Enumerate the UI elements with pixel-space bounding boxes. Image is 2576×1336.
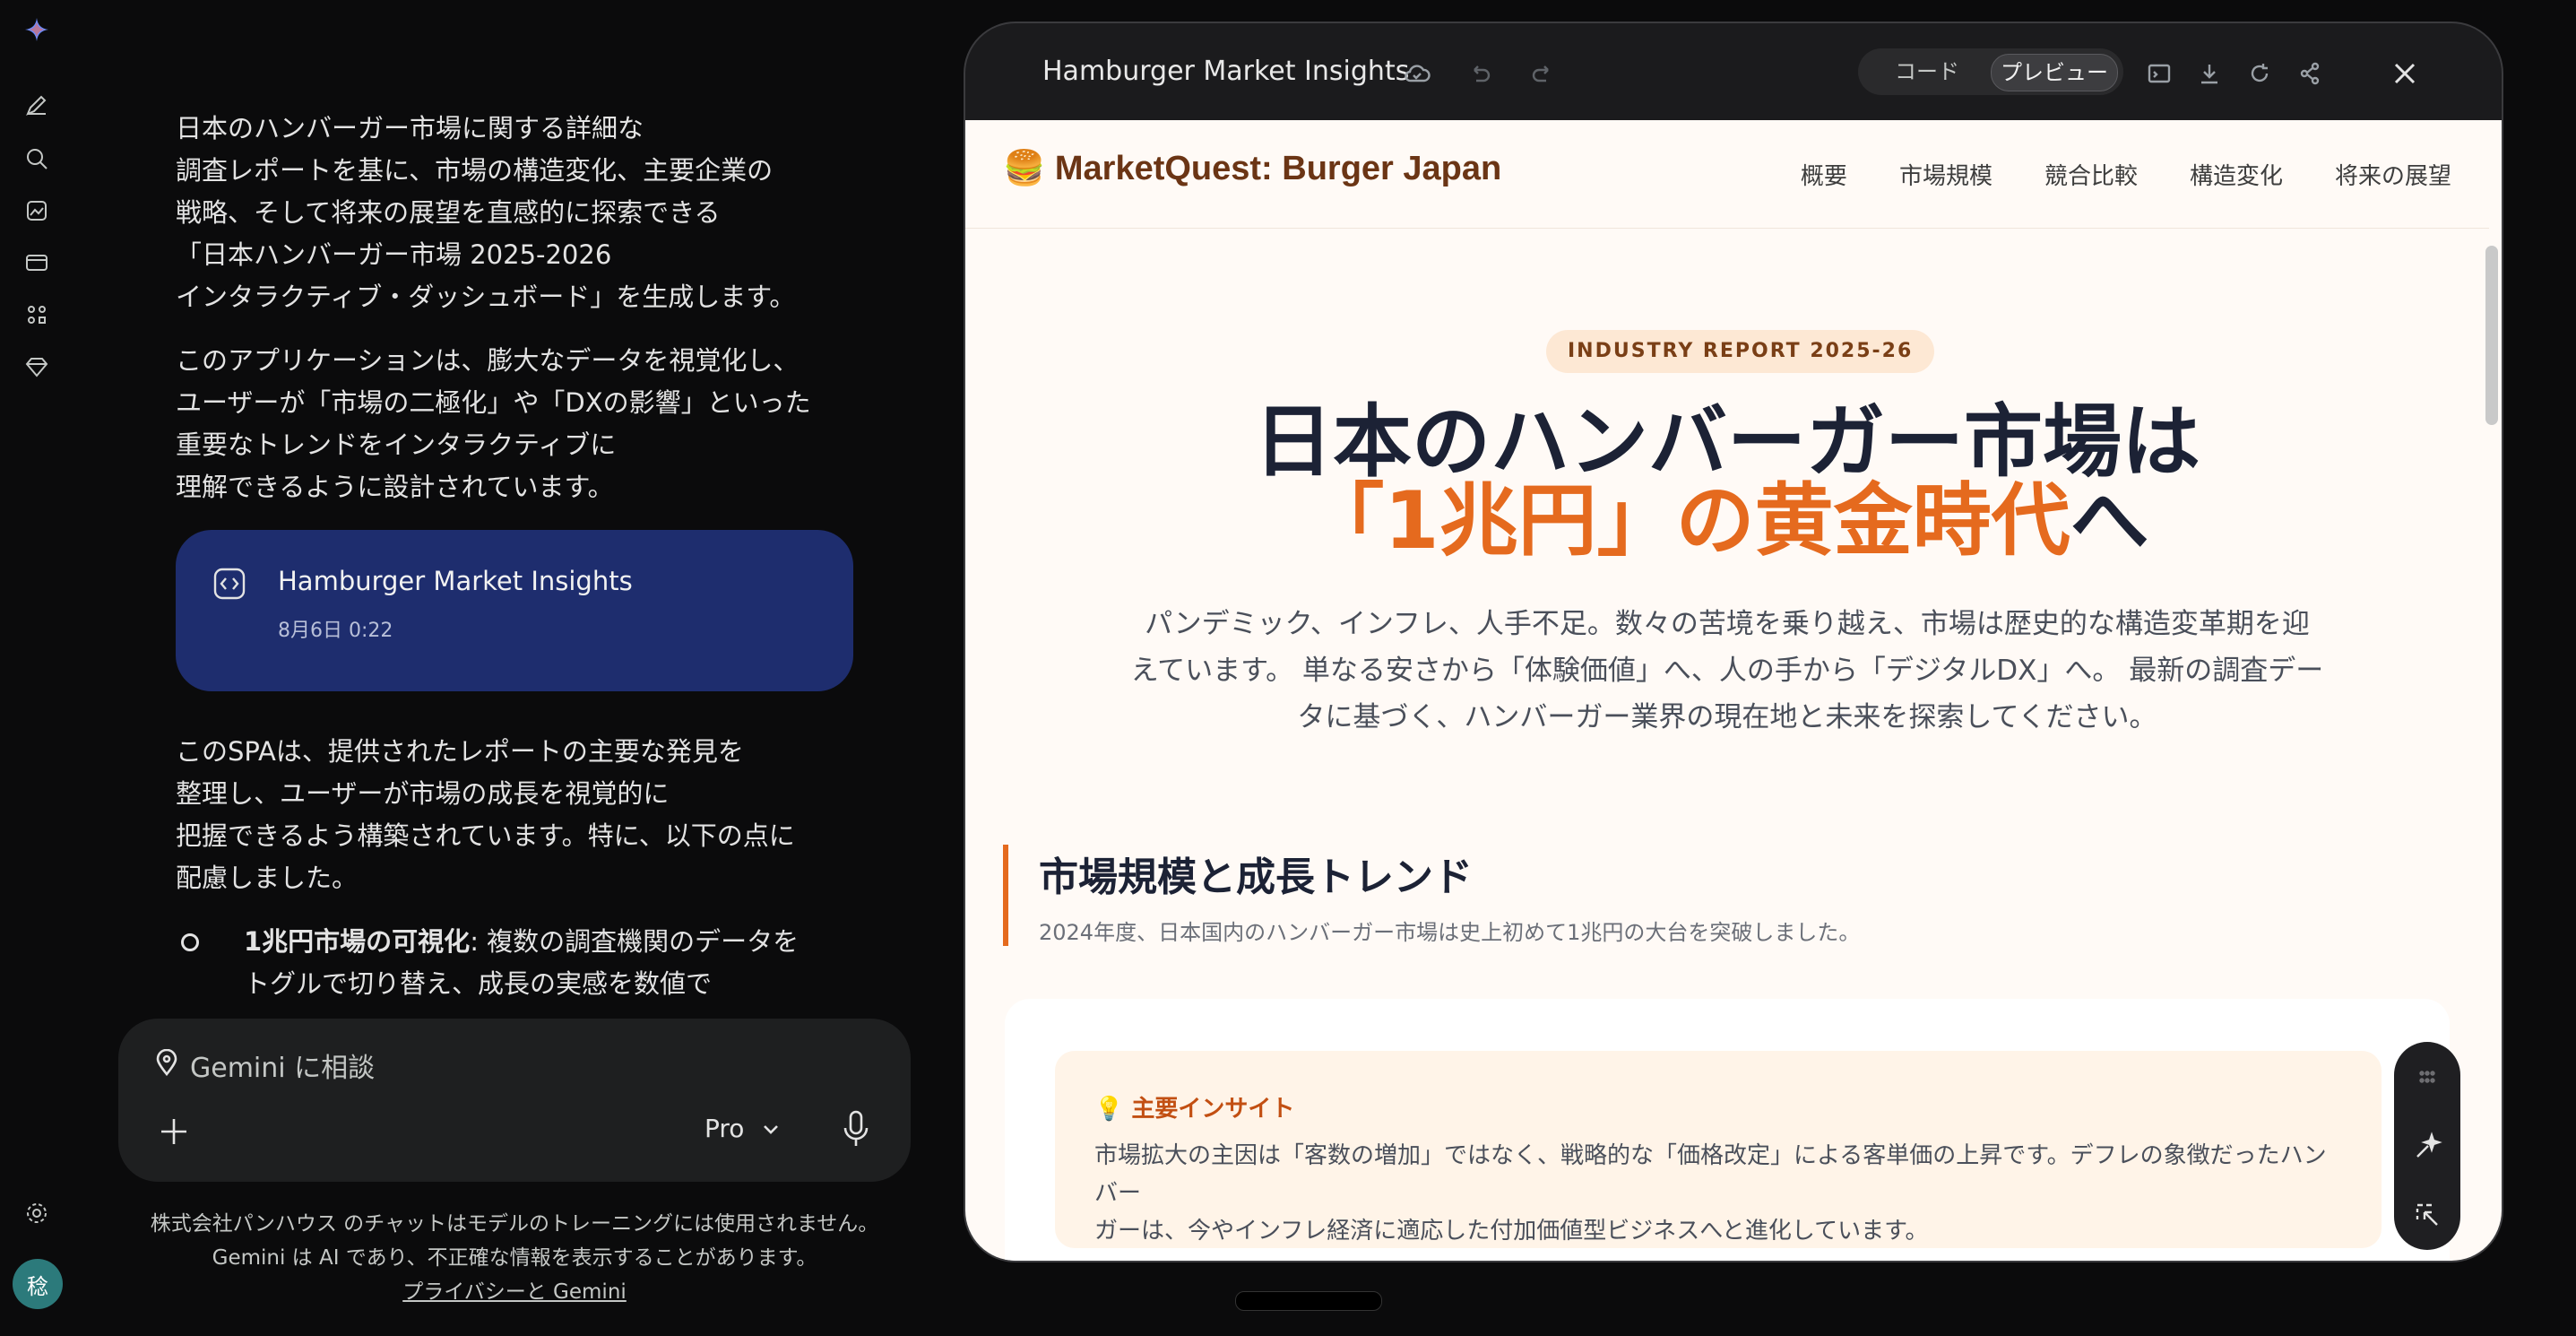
close-icon[interactable] [2387, 56, 2423, 91]
text-line: 日本のハンバーガー市場に関する詳細な [176, 113, 644, 143]
bullet-circle-icon [181, 933, 199, 951]
artifact-title: Hamburger Market Insights [278, 566, 633, 596]
apps-icon[interactable] [22, 299, 52, 330]
report-badge: INDUSTRY REPORT 2025-26 [1546, 330, 1935, 373]
nav-market-size[interactable]: 市場規模 [1899, 158, 1993, 191]
disclaimer-line: 株式会社パンハウス のチャットはモデルのトレーニングには使用されません。 [150, 1212, 879, 1236]
privacy-link[interactable]: プライバシーと Gemini [118, 1275, 911, 1309]
disclaimer-line: Gemini は AI であり、不正確な情報を表示することがあります。 [212, 1246, 817, 1270]
lead-line: えています。 単なる安さから「体験価値」へ、人の手から「デジタルDX」へ。 最新… [1130, 655, 2324, 687]
location-pin-icon[interactable] [154, 1049, 179, 1076]
settings-gear-icon[interactable] [22, 1198, 52, 1228]
artifact-card[interactable]: Hamburger Market Insights 8月6日 0:22 [176, 530, 853, 691]
hero-accent: 「1兆円」の黄金時代 [1305, 474, 2070, 567]
model-label: Pro [705, 1114, 745, 1143]
drag-handle-icon[interactable] [2412, 1062, 2442, 1092]
left-rail: 稔 [0, 0, 72, 1336]
site-nav: 概要 市場規模 競合比較 構造変化 将来の展望 [1801, 158, 2451, 191]
lead-line: タに基づく、ハンバーガー業界の現在地と未来を探索してください。 [1297, 701, 2157, 733]
user-avatar[interactable]: 稔 [13, 1259, 63, 1309]
nav-overview[interactable]: 概要 [1801, 158, 1847, 191]
microphone-icon[interactable] [841, 1108, 871, 1149]
floating-tools [2394, 1042, 2460, 1250]
chevron-down-icon [764, 1124, 779, 1134]
canvas-title: Hamburger Market Insights [1042, 56, 1410, 87]
sparkle-edit-icon[interactable] [2412, 1132, 2442, 1162]
hero-tail: へ [2070, 474, 2149, 567]
new-chat-icon[interactable] [22, 90, 52, 120]
section-heading: 市場規模と成長トレンド 2024年度、日本国内のハンバーガー市場は史上初めて1兆… [1003, 845, 2114, 946]
text-line: このアプリケーションは、膨大なデータを視覚化し、 [176, 345, 800, 376]
text-line: このSPAは、提供されたレポートの主要な発見を [176, 736, 744, 767]
lead-line: パンデミック、インフレ、人手不足。数々の苦境を乗り越え、市場は歴史的な構造変革期… [1145, 608, 2310, 640]
gemini-logo-icon[interactable] [22, 14, 52, 45]
tab-code[interactable]: コード [1874, 54, 1980, 90]
search-icon[interactable] [22, 143, 52, 174]
text-line: 重要なトレンドをインタラクティブに [176, 429, 617, 460]
text-line: 「日本ハンバーガー市場 2025-2026 [176, 239, 612, 270]
list-item: 1兆円市場の可視化: 複数の調査機関のデータを トグルで切り替え、成長の実感を数… [176, 921, 866, 1000]
bullet-text: トグルで切り替え、成長の実感を数値で [244, 968, 713, 999]
text-line: インタラクティブ・ダッシュボード」を生成します。 [176, 282, 796, 312]
code-icon [212, 566, 247, 602]
text-line: 戦略、そして将来の展望を直感的に探索できる [176, 197, 721, 228]
redo-icon[interactable] [1528, 59, 1557, 88]
hero-lead: パンデミック、インフレ、人手不足。数々の苦境を乗り越え、市場は歴史的な構造変革期… [1098, 601, 2356, 741]
insight-line: 市場拡大の主因は「客数の増加」ではなく、戦略的な「価格改定」による客単価の上昇で… [1094, 1142, 2327, 1207]
bullet-bold: 1兆円市場の可視化 [244, 926, 471, 957]
scrollbar[interactable] [2485, 246, 2498, 425]
insight-body: 市場拡大の主因は「客数の増加」ではなく、戦略的な「価格改定」による客単価の上昇で… [1094, 1137, 2349, 1250]
text-line: 配慮しました。 [176, 863, 359, 893]
bullet-text: : 複数の調査機関のデータを [470, 926, 800, 957]
insight-line: ガーは、今やインフレ経済に適応した付加価値型ビジネスへと進化しています。 [1094, 1218, 1929, 1245]
disclaimer: 株式会社パンハウス のチャットはモデルのトレーニングには使用されません。 Gem… [118, 1207, 911, 1309]
download-icon[interactable] [2195, 59, 2224, 88]
add-plus-icon[interactable] [154, 1112, 194, 1151]
site-brand[interactable]: 🍔 MarketQuest: Burger Japan [1003, 149, 1501, 188]
text-line: 調査レポートを基に、市場の構造変化、主要企業の [176, 155, 774, 186]
canvas-panel: Hamburger Market Insights コード プレビュー 🍔 Ma… [964, 22, 2503, 1262]
hero-title-line-1: 日本のハンバーガー市場は [1253, 395, 2200, 488]
panel-resize-handle[interactable] [1235, 1291, 1382, 1311]
response-paragraph-1: 日本のハンバーガー市場に関する詳細な 調査レポートを基に、市場の構造変化、主要企… [176, 108, 866, 318]
select-element-icon[interactable] [2412, 1200, 2442, 1230]
preview-frame: 🍔 MarketQuest: Burger Japan 概要 市場規模 競合比較… [965, 120, 2502, 1261]
gallery-icon[interactable] [22, 195, 52, 226]
gems-icon[interactable] [22, 351, 52, 382]
undo-icon[interactable] [1465, 59, 1494, 88]
text-line: 整理し、ユーザーが市場の成長を視覚的に [176, 778, 670, 809]
text-line: 理解できるように設計されています。 [176, 472, 614, 502]
tab-preview[interactable]: プレビュー [1991, 54, 2118, 91]
model-selector[interactable]: Pro [705, 1114, 782, 1143]
response-paragraph-2: このアプリケーションは、膨大なデータを視覚化し、 ユーザーが「市場の二極化」や「… [176, 340, 866, 508]
nav-competition[interactable]: 競合比較 [2044, 158, 2138, 191]
code-preview-toggle[interactable]: コード プレビュー [1858, 48, 2123, 95]
share-icon[interactable] [2295, 59, 2324, 88]
prompt-placeholder[interactable]: Gemini に相談 [190, 1045, 375, 1085]
video-icon[interactable] [22, 247, 52, 278]
refresh-icon[interactable] [2245, 59, 2274, 88]
text-line: ユーザーが「市場の二極化」や「DXの影響」といった [176, 387, 811, 418]
insight-title: 💡 主要インサイト [1094, 1096, 1295, 1123]
response-paragraph-3: このSPAは、提供されたレポートの主要な発見を 整理し、ユーザーが市場の成長を視… [176, 731, 866, 899]
cloud-saved-icon[interactable] [1403, 59, 1431, 88]
text-line: 把握できるよう構築されています。特に、以下の点に [176, 820, 795, 851]
prompt-input-box[interactable]: Gemini に相談 Pro [118, 1019, 911, 1182]
hero-title-line-2: 「1兆円」の黄金時代へ [965, 479, 2489, 563]
artifact-date: 8月6日 0:22 [278, 620, 393, 642]
site-header: 🍔 MarketQuest: Burger Japan 概要 市場規模 競合比較… [965, 120, 2489, 229]
section-title: 市場規模と成長トレンド [1039, 855, 1473, 900]
chat-transcript: 日本のハンバーガー市場に関する詳細な 調査レポートを基に、市場の構造変化、主要企… [176, 108, 866, 1000]
nav-structural-change[interactable]: 構造変化 [2190, 158, 2283, 191]
insight-box: 💡 主要インサイト 市場拡大の主因は「客数の増加」ではなく、戦略的な「価格改定」… [1055, 1051, 2382, 1248]
nav-outlook[interactable]: 将来の展望 [2335, 158, 2451, 191]
console-icon[interactable] [2145, 59, 2174, 88]
section-subtitle: 2024年度、日本国内のハンバーガー市場は史上初めて1兆円の大台を突破しました。 [1039, 920, 1861, 945]
